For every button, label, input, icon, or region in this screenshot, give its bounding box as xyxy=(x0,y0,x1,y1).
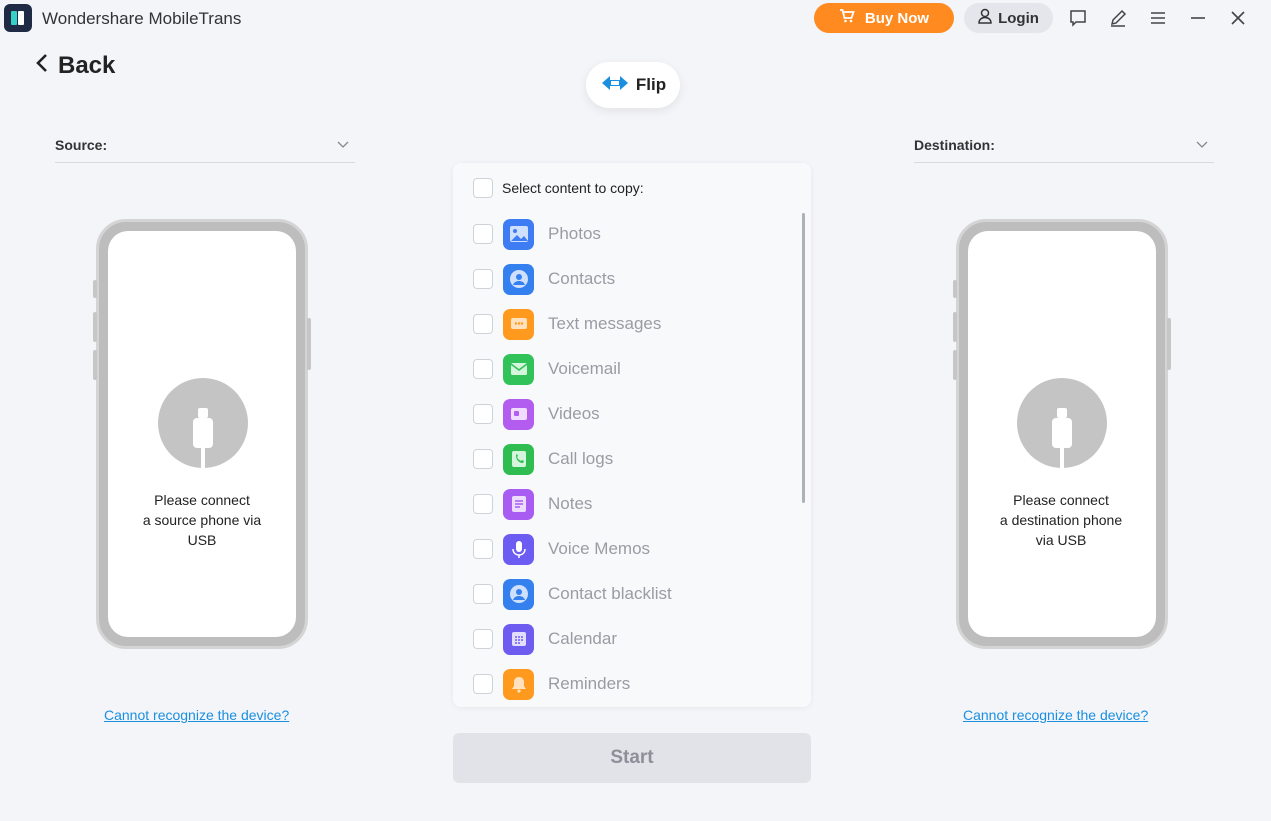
content-item-label: Notes xyxy=(548,494,593,513)
close-icon[interactable] xyxy=(1228,8,1248,28)
phone-side-button xyxy=(93,280,97,298)
source-selector[interactable]: Source: xyxy=(55,127,355,163)
content-item-notes[interactable]: Notes xyxy=(473,488,592,520)
app-logo-icon xyxy=(4,4,32,32)
checkbox[interactable] xyxy=(473,584,493,604)
destination-message-line: a destination phone xyxy=(999,512,1123,528)
content-item-reminders[interactable]: Reminders xyxy=(473,668,630,700)
content-item-label: Contacts xyxy=(548,269,616,288)
videos-icon xyxy=(503,398,534,430)
content-item-contact-blacklist[interactable]: Contact blacklist xyxy=(473,578,672,610)
phone-side-button xyxy=(953,280,957,298)
voice-memos-icon xyxy=(503,533,534,565)
app-title: Wondershare MobileTrans xyxy=(42,9,242,28)
checkbox[interactable] xyxy=(473,269,493,289)
content-item-label: Text messages xyxy=(548,314,662,333)
cart-icon xyxy=(839,9,855,27)
source-message-line: USB xyxy=(187,532,217,548)
phone-side-button xyxy=(93,350,97,380)
source-label: Source: xyxy=(55,136,108,153)
content-item-label: Contact blacklist xyxy=(548,584,672,603)
content-item-photos[interactable]: Photos xyxy=(473,218,601,250)
content-item-contacts[interactable]: Contacts xyxy=(473,263,615,295)
flip-button[interactable]: Flip xyxy=(586,62,680,108)
checkbox[interactable] xyxy=(473,314,493,334)
phone-side-button xyxy=(93,312,97,342)
content-item-calendar[interactable]: Calendar xyxy=(473,623,617,655)
photos-icon xyxy=(503,218,534,250)
content-select-panel: Select content to copy: Photos Contacts … xyxy=(453,163,811,707)
content-item-label: Call logs xyxy=(548,449,614,468)
contacts-icon xyxy=(503,263,534,295)
checkbox[interactable] xyxy=(473,674,493,694)
chevron-down-icon xyxy=(337,136,349,154)
content-item-label: Reminders xyxy=(548,674,631,693)
reminders-icon xyxy=(503,668,534,700)
destination-connect-message: Please connect a destination phone via U… xyxy=(971,490,1151,550)
content-item-videos[interactable]: Videos xyxy=(473,398,600,430)
checkbox[interactable] xyxy=(473,539,493,559)
chevron-left-icon xyxy=(36,52,48,80)
destination-help-link[interactable]: Cannot recognize the device? xyxy=(963,707,1148,723)
select-all-row[interactable]: Select content to copy: xyxy=(473,178,644,198)
back-button[interactable]: Back xyxy=(36,52,115,80)
start-button[interactable]: Start xyxy=(453,733,811,783)
voicemail-icon xyxy=(503,353,534,385)
scrollbar[interactable] xyxy=(802,213,805,503)
edit-icon[interactable] xyxy=(1108,8,1128,28)
user-icon xyxy=(978,8,992,28)
source-message-line: a source phone via xyxy=(142,512,262,528)
contact-blacklist-icon xyxy=(503,578,534,610)
phone-side-button xyxy=(1167,318,1171,370)
destination-message-line: Please connect xyxy=(1013,492,1109,508)
source-message-line: Please connect xyxy=(154,492,250,508)
source-help-link[interactable]: Cannot recognize the device? xyxy=(104,707,289,723)
flip-label: Flip xyxy=(635,75,667,94)
destination-message-line: via USB xyxy=(1035,532,1087,548)
content-item-voicemail[interactable]: Voicemail xyxy=(473,353,621,385)
login-label: Login xyxy=(998,9,1039,27)
phone-side-button xyxy=(953,350,957,380)
content-item-label: Voice Memos xyxy=(548,539,651,558)
checkbox[interactable] xyxy=(473,224,493,244)
checkbox[interactable] xyxy=(473,449,493,469)
content-item-call-logs[interactable]: Call logs xyxy=(473,443,613,475)
phone-side-button xyxy=(307,318,311,370)
content-item-text-messages[interactable]: Text messages xyxy=(473,308,661,340)
select-all-label: Select content to copy: xyxy=(502,180,644,196)
content-item-label: Voicemail xyxy=(548,359,621,378)
feedback-icon[interactable] xyxy=(1068,8,1088,28)
flip-icon xyxy=(600,74,630,97)
buy-now-label: Buy Now xyxy=(864,9,930,27)
menu-icon[interactable] xyxy=(1148,8,1168,28)
destination-selector[interactable]: Destination: xyxy=(914,127,1214,163)
checkbox[interactable] xyxy=(473,404,493,424)
content-item-label: Photos xyxy=(548,224,601,243)
usb-cable-icon xyxy=(1017,378,1107,468)
content-item-voice-memos[interactable]: Voice Memos xyxy=(473,533,650,565)
usb-cable-icon xyxy=(158,378,248,468)
destination-label: Destination: xyxy=(914,136,995,153)
source-connect-message: Please connect a source phone via USB xyxy=(112,490,292,550)
buy-now-button[interactable]: Buy Now xyxy=(814,3,954,33)
back-label: Back xyxy=(58,52,116,79)
checkbox[interactable] xyxy=(473,629,493,649)
chevron-down-icon xyxy=(1196,136,1208,154)
calendar-icon xyxy=(503,623,534,655)
phone-side-button xyxy=(953,312,957,342)
checkbox[interactable] xyxy=(473,359,493,379)
call-logs-icon xyxy=(503,443,534,475)
content-item-label: Calendar xyxy=(548,629,617,648)
login-button[interactable]: Login xyxy=(964,3,1053,33)
content-item-label: Videos xyxy=(548,404,600,423)
minimize-icon[interactable] xyxy=(1188,8,1208,28)
messages-icon xyxy=(503,308,534,340)
checkbox[interactable] xyxy=(473,494,493,514)
notes-icon xyxy=(503,488,534,520)
select-all-checkbox[interactable] xyxy=(473,178,493,198)
title-bar: Wondershare MobileTrans Buy Now Login xyxy=(0,0,1271,38)
